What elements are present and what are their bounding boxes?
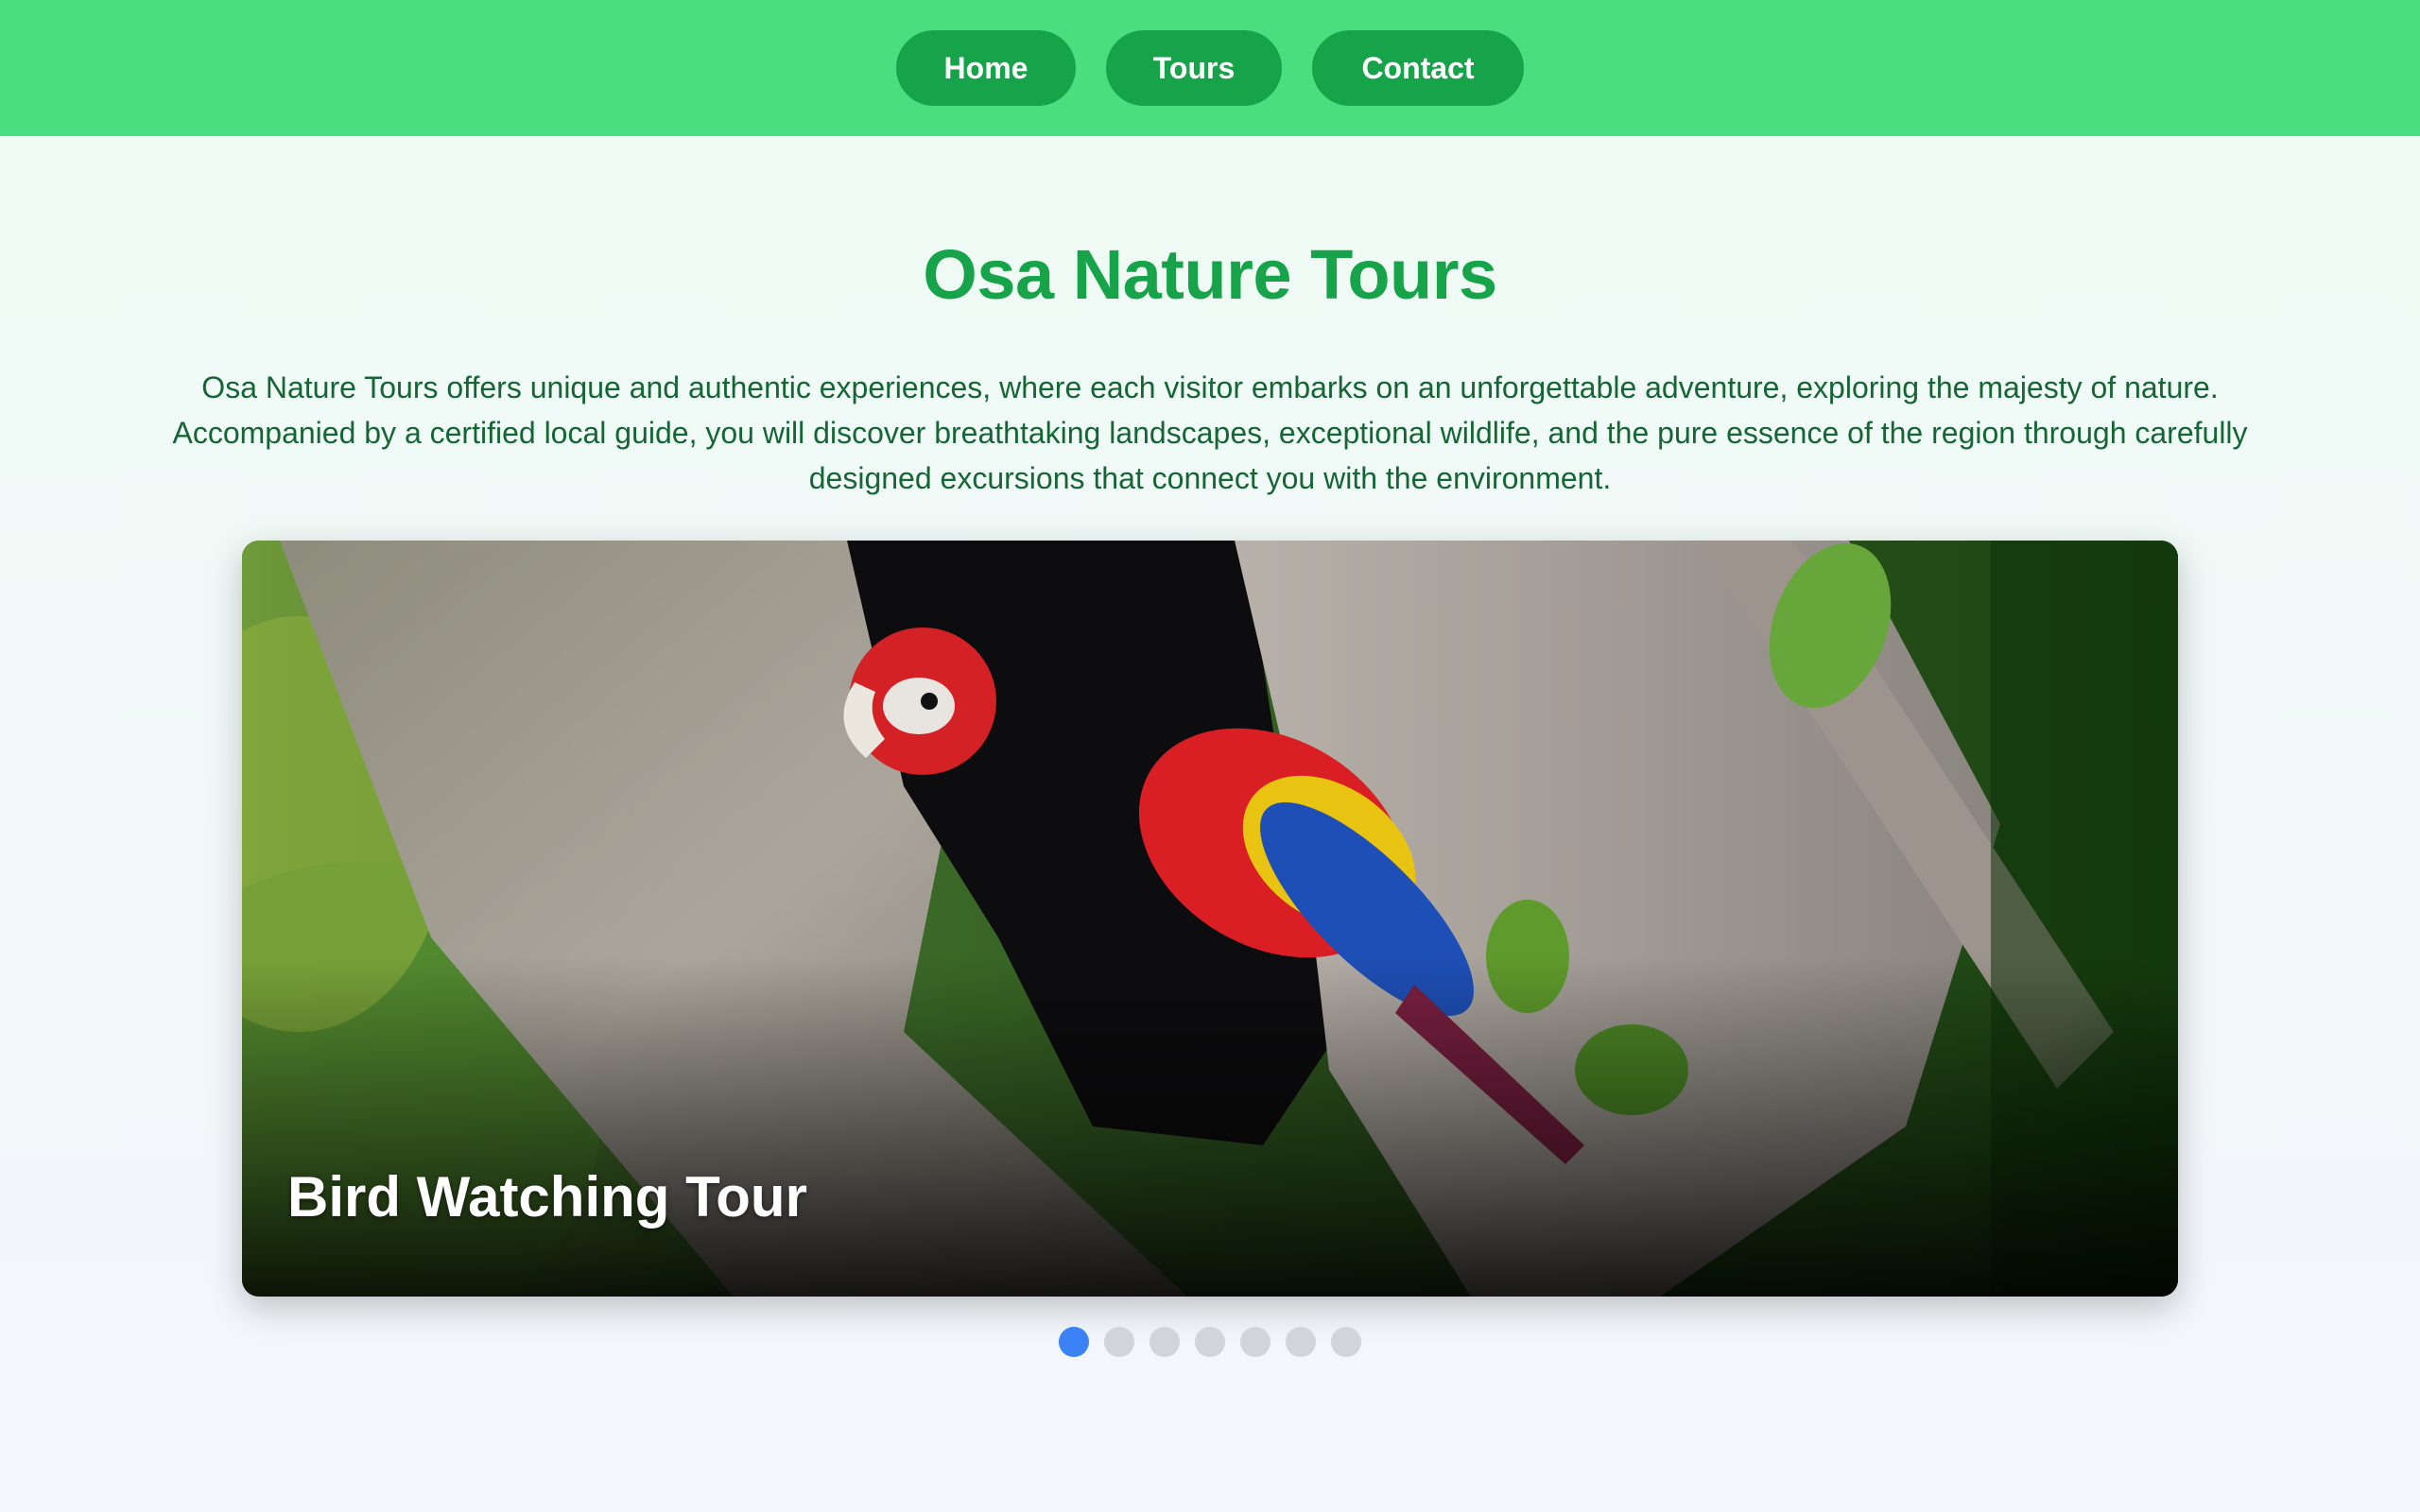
tour-carousel[interactable]: Bird Watching Tour bbox=[242, 541, 2178, 1297]
carousel-dot-6[interactable] bbox=[1286, 1327, 1316, 1357]
carousel-dot-4[interactable] bbox=[1195, 1327, 1225, 1357]
carousel-dot-3[interactable] bbox=[1150, 1327, 1180, 1357]
nav-tours-button[interactable]: Tours bbox=[1106, 30, 1282, 106]
intro-paragraph: Osa Nature Tours offers unique and authe… bbox=[172, 370, 2248, 495]
carousel-dot-2[interactable] bbox=[1104, 1327, 1134, 1357]
nav-home-button[interactable]: Home bbox=[896, 30, 1076, 106]
slide-caption: Bird Watching Tour bbox=[287, 1165, 807, 1228]
carousel-dot-5[interactable] bbox=[1240, 1327, 1270, 1357]
carousel-dot-1[interactable] bbox=[1059, 1327, 1089, 1357]
carousel-pagination bbox=[0, 1327, 2420, 1357]
page-title: Osa Nature Tours bbox=[923, 235, 1497, 314]
nav-contact-button[interactable]: Contact bbox=[1312, 30, 1524, 106]
top-nav-bar: Home Tours Contact bbox=[0, 0, 2420, 136]
carousel-dot-7[interactable] bbox=[1331, 1327, 1361, 1357]
